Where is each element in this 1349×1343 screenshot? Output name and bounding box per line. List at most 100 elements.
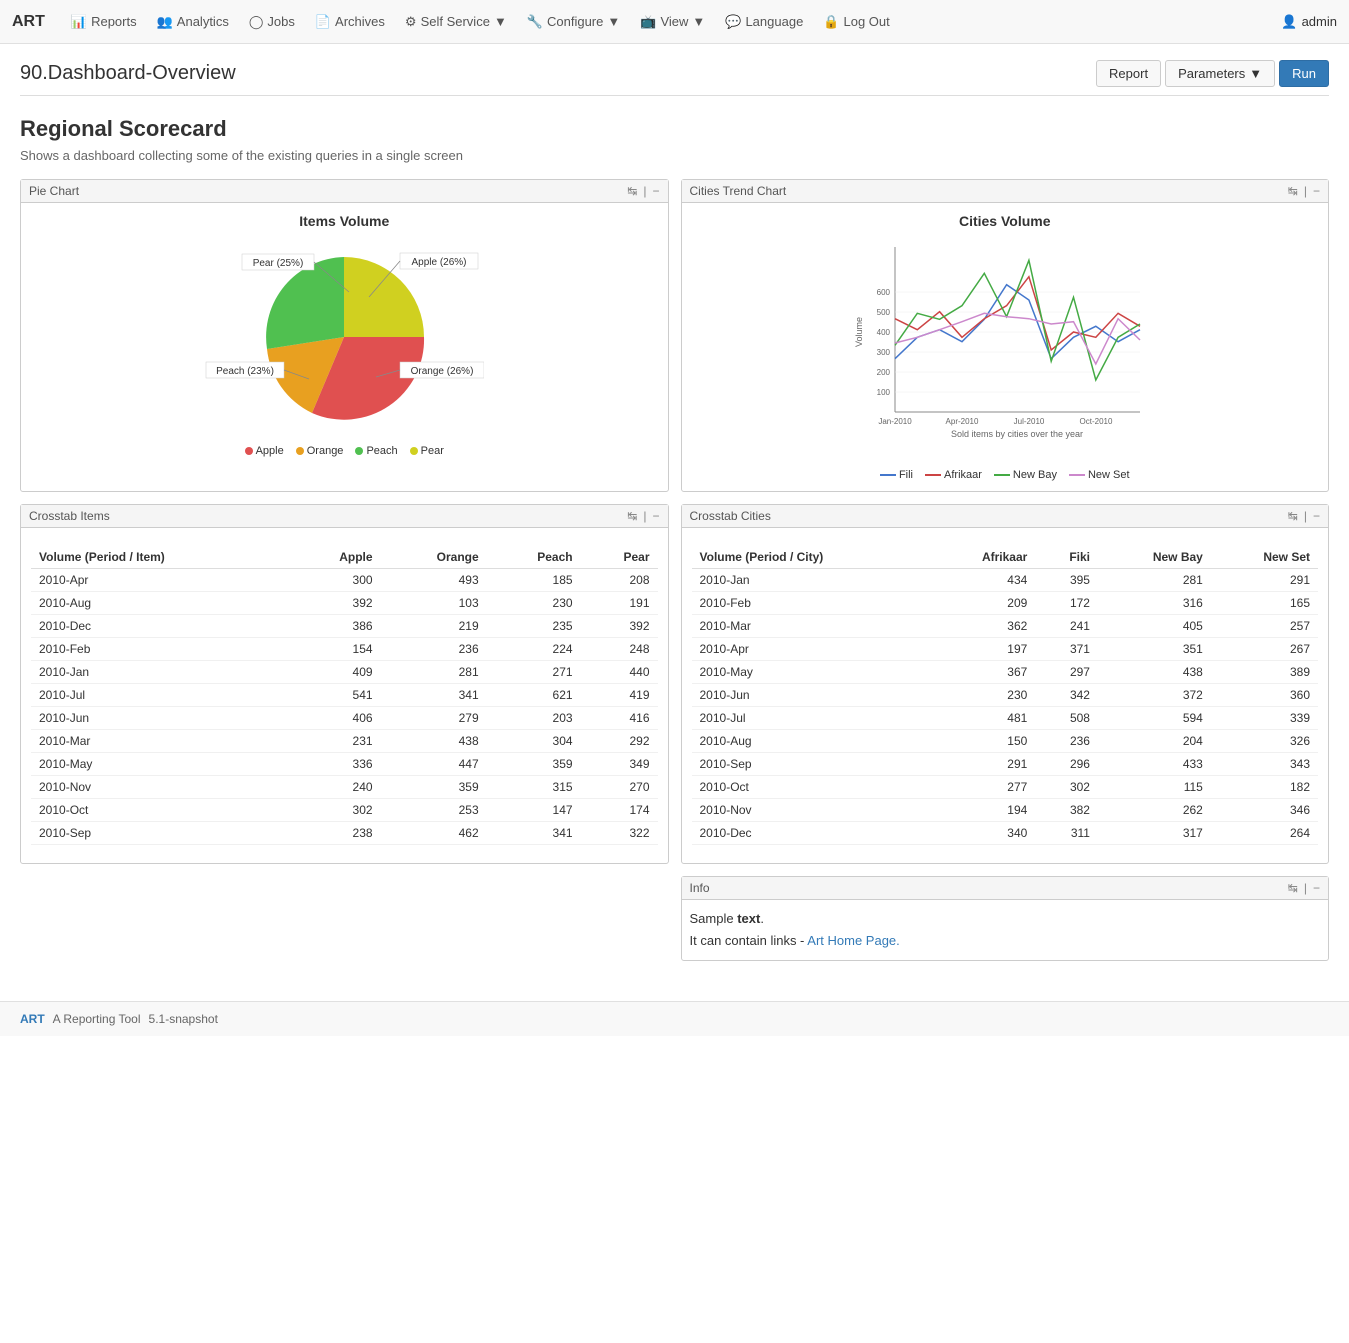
table-cell: 2010-Jul bbox=[31, 684, 290, 707]
crosstab-cities-panel-title: Crosstab Cities bbox=[690, 509, 771, 523]
art-home-link[interactable]: Art Home Page. bbox=[807, 933, 900, 948]
table-cell: 297 bbox=[1035, 661, 1098, 684]
crosstab-cities-rows: 2010-Jan4343952812912010-Feb209172316165… bbox=[692, 569, 1319, 845]
cities-chart-title: Cities Volume bbox=[959, 213, 1051, 229]
x-tick-apr: Apr-2010 bbox=[945, 417, 978, 426]
pie-legend: Apple Orange Peach Pear bbox=[31, 445, 658, 457]
resize-icon[interactable]: ↹ bbox=[1288, 184, 1298, 198]
table-cell: 336 bbox=[290, 753, 380, 776]
line-chart-legend: Fili Afrikaar New Bay New Set bbox=[880, 469, 1130, 481]
table-cell: 191 bbox=[581, 592, 658, 615]
table-cell: 281 bbox=[381, 661, 487, 684]
info-link-pre: It can contain links - bbox=[690, 933, 808, 948]
header-buttons: Report Parameters ▼ Run bbox=[1096, 60, 1329, 87]
table-cell: 2010-Jun bbox=[692, 684, 931, 707]
parameters-button[interactable]: Parameters ▼ bbox=[1165, 60, 1275, 87]
legend-peach: Peach bbox=[355, 445, 397, 457]
nav-logout[interactable]: 🔒 Log Out bbox=[813, 14, 899, 30]
archives-icon: 📄 bbox=[315, 14, 331, 30]
table-cell: 257 bbox=[1211, 615, 1318, 638]
table-cell: 281 bbox=[1098, 569, 1211, 592]
y-tick-500: 500 bbox=[876, 308, 890, 317]
table-cell: 2010-May bbox=[31, 753, 290, 776]
table-row: 2010-Dec340311317264 bbox=[692, 822, 1319, 845]
legend-label-newset: New Set bbox=[1088, 469, 1130, 481]
table-row: 2010-Feb154236224248 bbox=[31, 638, 658, 661]
analytics-icon: 👥 bbox=[157, 14, 173, 30]
table-cell: 236 bbox=[381, 638, 487, 661]
legend-label-pear: Pear bbox=[421, 445, 444, 457]
table-row: 2010-Jan434395281291 bbox=[692, 569, 1319, 592]
legend-newbay: New Bay bbox=[994, 469, 1057, 481]
pie-label-pear: Pear (25%) bbox=[253, 258, 304, 269]
table-cell: 462 bbox=[381, 822, 487, 845]
nav-brand[interactable]: ART bbox=[12, 13, 45, 31]
pie-chart-controls: ↹ | − bbox=[627, 184, 659, 198]
table-cell: 103 bbox=[381, 592, 487, 615]
table-cell: 541 bbox=[290, 684, 380, 707]
table-cell: 304 bbox=[487, 730, 581, 753]
table-cell: 419 bbox=[581, 684, 658, 707]
table-cell: 115 bbox=[1098, 776, 1211, 799]
nav-reports[interactable]: 📊 Reports bbox=[61, 14, 147, 30]
table-row: 2010-Jun406279203416 bbox=[31, 707, 658, 730]
nav-jobs[interactable]: ◯ Jobs bbox=[239, 14, 305, 30]
nav-language[interactable]: 💬 Language bbox=[715, 14, 813, 30]
table-cell: 416 bbox=[581, 707, 658, 730]
minimize-icon[interactable]: − bbox=[1313, 881, 1320, 895]
legend-label-afrikaar: Afrikaar bbox=[944, 469, 982, 481]
nav-analytics[interactable]: 👥 Analytics bbox=[147, 14, 239, 30]
report-button[interactable]: Report bbox=[1096, 60, 1161, 87]
info-text-plain: Sample bbox=[690, 911, 738, 926]
table-row: 2010-May367297438389 bbox=[692, 661, 1319, 684]
minimize-icon[interactable]: − bbox=[1313, 184, 1320, 198]
table-row: 2010-Apr197371351267 bbox=[692, 638, 1319, 661]
legend-dash-afrikaar bbox=[925, 474, 941, 476]
table-cell: 230 bbox=[487, 592, 581, 615]
pie-label-peach: Peach (23%) bbox=[216, 366, 274, 377]
resize-icon[interactable]: ↹ bbox=[1288, 509, 1298, 523]
language-icon: 💬 bbox=[725, 14, 741, 30]
run-button[interactable]: Run bbox=[1279, 60, 1329, 87]
table-cell: 235 bbox=[487, 615, 581, 638]
table-cell: 409 bbox=[290, 661, 380, 684]
table-cell: 2010-Apr bbox=[31, 569, 290, 592]
legend-label-orange: Orange bbox=[307, 445, 344, 457]
legend-apple: Apple bbox=[245, 445, 284, 457]
table-cell: 2010-Nov bbox=[692, 799, 931, 822]
line-newset bbox=[895, 313, 1140, 364]
resize-icon[interactable]: ↹ bbox=[627, 509, 637, 523]
table-cell: 434 bbox=[930, 569, 1035, 592]
legend-pear: Pear bbox=[410, 445, 444, 457]
nav-self-service[interactable]: ⚙ Self Service ▼ bbox=[395, 14, 517, 30]
minimize-icon[interactable]: − bbox=[652, 509, 659, 523]
table-cell: 209 bbox=[930, 592, 1035, 615]
legend-label-newbay: New Bay bbox=[1013, 469, 1057, 481]
table-cell: 154 bbox=[290, 638, 380, 661]
table-cell: 594 bbox=[1098, 707, 1211, 730]
y-tick-200: 200 bbox=[876, 368, 890, 377]
table-cell: 248 bbox=[581, 638, 658, 661]
table-cell: 262 bbox=[1098, 799, 1211, 822]
y-axis-label: Volume bbox=[854, 317, 864, 347]
nav-archives[interactable]: 📄 Archives bbox=[305, 14, 395, 30]
footer-brand[interactable]: ART bbox=[20, 1012, 45, 1026]
nav-view[interactable]: 📺 View ▼ bbox=[630, 14, 715, 30]
info-panel-header: Info ↹ | − bbox=[682, 877, 1329, 900]
table-row: 2010-Oct302253147174 bbox=[31, 799, 658, 822]
resize-icon[interactable]: ↹ bbox=[1288, 881, 1298, 895]
table-row: 2010-Sep291296433343 bbox=[692, 753, 1319, 776]
table-row: 2010-Feb209172316165 bbox=[692, 592, 1319, 615]
line-newbay bbox=[895, 260, 1140, 380]
dropdown-caret-icon: ▼ bbox=[607, 14, 620, 29]
nav-configure[interactable]: 🔧 Configure ▼ bbox=[517, 14, 630, 30]
table-cell: 240 bbox=[290, 776, 380, 799]
table-cell: 2010-Oct bbox=[31, 799, 290, 822]
minimize-icon[interactable]: − bbox=[652, 184, 659, 198]
minimize-icon[interactable]: − bbox=[1313, 509, 1320, 523]
info-panel-body: Sample text. It can contain links - Art … bbox=[682, 900, 1329, 960]
crosstab-cities-header-row: Volume (Period / City) Afrikaar Fiki New… bbox=[692, 546, 1319, 569]
resize-icon[interactable]: ↹ bbox=[627, 184, 637, 198]
table-cell: 270 bbox=[581, 776, 658, 799]
navbar: ART 📊 Reports 👥 Analytics ◯ Jobs 📄 Archi… bbox=[0, 0, 1349, 44]
